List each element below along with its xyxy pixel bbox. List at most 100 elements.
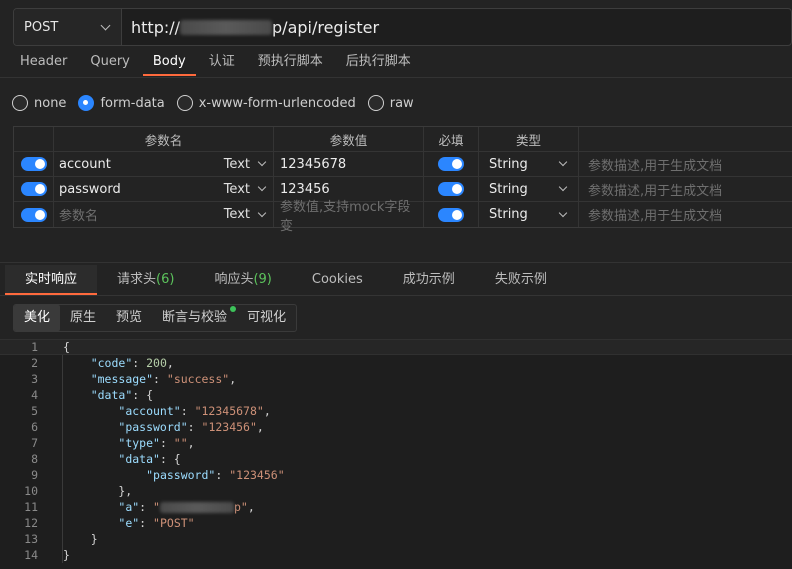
enable-toggle[interactable] xyxy=(20,157,47,171)
tab-label: 请求头 xyxy=(117,272,157,287)
radio-icon xyxy=(176,95,193,111)
line-number: 2 xyxy=(31,356,38,370)
response-editor[interactable]: 1{ 2 "code": 200, 3 "message": "success"… xyxy=(0,339,792,569)
mode-assertions[interactable]: 断言与校验 xyxy=(152,305,237,331)
chevron-down-icon xyxy=(558,157,568,167)
header-desc xyxy=(579,127,792,151)
radio-label: x-www-form-urlencoded xyxy=(198,95,356,111)
tab-label: 响应头 xyxy=(214,272,254,287)
header-type: 类型 xyxy=(479,127,579,151)
value-placeholder: 参数值,支持mock字段变 xyxy=(280,199,411,234)
param-value: 12345678 xyxy=(280,156,347,172)
json-value: 200 xyxy=(146,356,167,370)
chevron-down-icon xyxy=(558,182,568,192)
tab-live-response[interactable]: 实时响应 xyxy=(5,265,98,295)
radio-form-data[interactable]: form-data xyxy=(78,95,165,111)
name-placeholder: 参数名 xyxy=(59,209,99,224)
required-toggle[interactable] xyxy=(438,182,464,196)
code-line: 14} xyxy=(0,547,792,563)
code-line: 9 "password": "123456" xyxy=(0,467,792,483)
chevron-down-icon xyxy=(257,208,267,217)
tab-cookies[interactable]: Cookies xyxy=(292,265,383,295)
method-label: POST xyxy=(24,19,59,35)
divider xyxy=(0,262,792,263)
param-name: account xyxy=(59,156,111,172)
line-number: 8 xyxy=(31,452,38,466)
field-type-select[interactable]: Text xyxy=(223,156,267,172)
redacted-value xyxy=(159,502,234,513)
redacted-host xyxy=(180,19,273,35)
code-line: 11 "a": " p", xyxy=(0,499,792,515)
json-value: 12345678 xyxy=(201,404,257,418)
required-toggle[interactable] xyxy=(438,207,464,222)
type-select[interactable]: String xyxy=(479,177,579,201)
method-select[interactable]: POST xyxy=(14,9,122,45)
required-toggle[interactable] xyxy=(438,157,464,171)
radio-label: form-data xyxy=(100,95,165,111)
radio-urlencoded[interactable]: x-www-form-urlencoded xyxy=(176,95,356,111)
param-value: 123456 xyxy=(280,181,330,197)
tab-pre-script[interactable]: 预执行脚本 xyxy=(248,50,333,76)
type-select[interactable]: String xyxy=(479,202,579,227)
param-value-input[interactable]: 12345678 xyxy=(274,152,424,176)
divider xyxy=(0,77,792,78)
tab-query[interactable]: Query xyxy=(80,50,140,76)
code-line: 12 "e": "POST" xyxy=(0,515,792,531)
count-badge: (6) xyxy=(156,272,175,287)
tab-fail-example[interactable]: 失败示例 xyxy=(475,265,567,295)
line-number: 5 xyxy=(31,404,38,418)
field-type-select[interactable]: Text xyxy=(224,207,267,222)
param-desc-input[interactable]: 参数描述,用于生成文档 xyxy=(579,177,792,201)
param-name-input[interactable]: password Text xyxy=(54,177,274,201)
mode-pretty[interactable]: 美化 xyxy=(14,305,61,331)
tab-auth[interactable]: 认证 xyxy=(199,50,245,76)
radio-icon xyxy=(367,95,384,111)
desc-placeholder: 参数描述,用于生成文档 xyxy=(588,158,723,174)
mode-visualize[interactable]: 可视化 xyxy=(237,305,296,331)
tab-post-script[interactable]: 后执行脚本 xyxy=(336,50,421,76)
type-label: String xyxy=(489,207,528,222)
params-table: 参数名 参数值 必填 类型 account Text 12345678 Stri… xyxy=(13,126,792,234)
enable-toggle[interactable] xyxy=(20,182,47,196)
json-value: 123456 xyxy=(208,420,250,434)
mode-raw[interactable]: 原生 xyxy=(60,305,106,331)
tab-success-example[interactable]: 成功示例 xyxy=(383,265,475,295)
tab-request-headers[interactable]: 请求头(6) xyxy=(97,265,194,295)
code-line: 4 "data": { xyxy=(0,387,792,403)
status-dot-icon xyxy=(230,306,237,312)
json-value: 123456 xyxy=(236,468,278,482)
code-line: 1{ xyxy=(0,339,792,355)
field-type-label: Text xyxy=(223,156,250,172)
mode-label: 断言与校验 xyxy=(162,310,228,325)
count-badge: (9) xyxy=(253,272,272,287)
param-desc-input[interactable]: 参数描述,用于生成文档 xyxy=(579,152,792,176)
line-number: 11 xyxy=(24,500,38,514)
response-tabs: 实时响应 请求头(6) 响应头(9) Cookies 成功示例 失败示例 xyxy=(5,265,567,295)
tab-response-headers[interactable]: 响应头(9) xyxy=(194,265,291,295)
json-value: success xyxy=(173,372,223,386)
url-prefix: http:// xyxy=(131,17,181,37)
param-value-input[interactable]: 参数值,支持mock字段变 xyxy=(274,200,424,234)
divider xyxy=(0,295,792,296)
param-desc-input[interactable]: 参数描述,用于生成文档 xyxy=(579,202,792,227)
mode-preview[interactable]: 预览 xyxy=(106,305,152,331)
radio-checked-icon xyxy=(78,95,95,111)
tab-body[interactable]: Body xyxy=(142,50,196,76)
chevron-down-icon xyxy=(558,208,568,217)
param-name-input[interactable]: account Text xyxy=(54,152,274,176)
radio-raw[interactable]: raw xyxy=(367,95,414,111)
enable-toggle[interactable] xyxy=(20,207,47,222)
url-input[interactable]: http:// p/api/register xyxy=(122,18,379,37)
line-number: 9 xyxy=(31,468,38,482)
tab-header[interactable]: Header xyxy=(10,50,77,76)
header-value: 参数值 xyxy=(274,127,424,151)
param-name-input[interactable]: 参数名 Text xyxy=(54,202,274,227)
json-value: POST xyxy=(159,516,188,530)
type-select[interactable]: String xyxy=(479,152,579,176)
code-line: 7 "type": "", xyxy=(0,435,792,451)
field-type-select[interactable]: Text xyxy=(224,182,267,197)
radio-none[interactable]: none xyxy=(12,95,66,111)
line-number: 4 xyxy=(31,388,38,402)
line-number: 3 xyxy=(31,372,38,386)
request-tabs: Header Query Body 认证 预执行脚本 后执行脚本 xyxy=(10,50,424,78)
